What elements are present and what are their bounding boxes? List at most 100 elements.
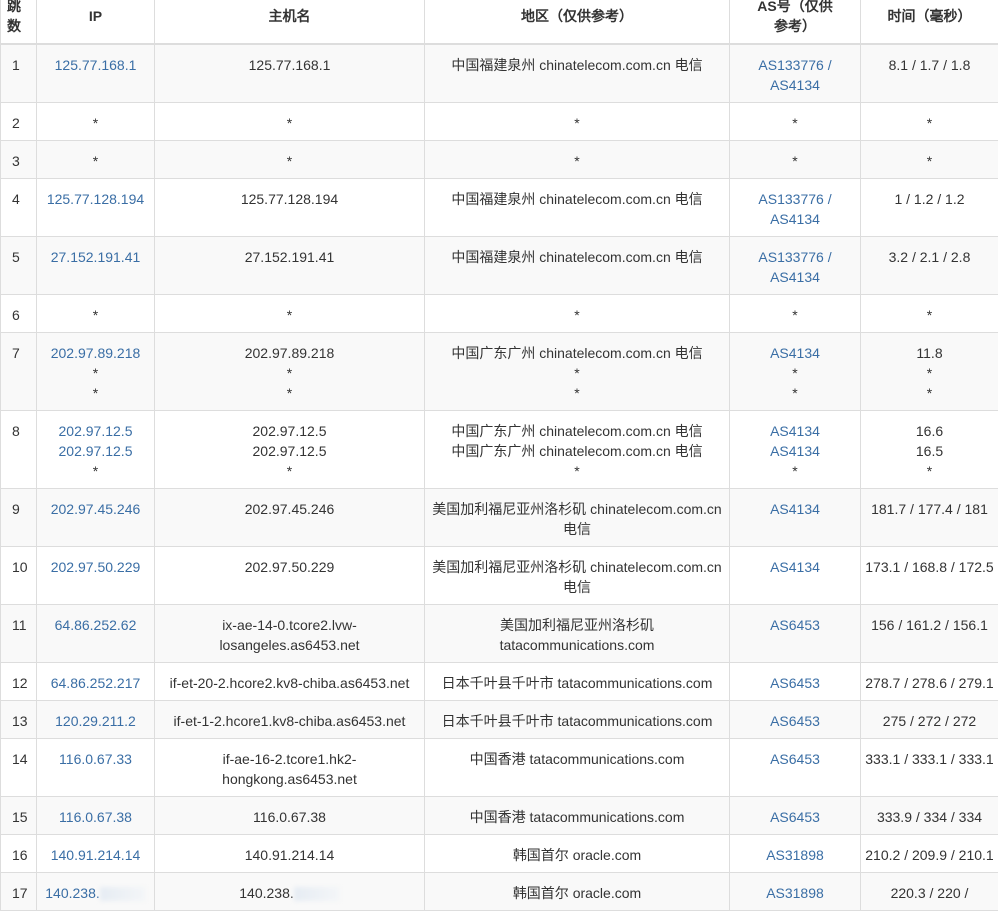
as-cell: AS4134 * * [729,332,861,411]
hop-cell: 6 [0,294,37,333]
region-cell: 美国加利福尼亚州洛杉矶 chinatelecom.com.cn 电信 [424,488,730,547]
region-text: 中国香港 tatacommunications.com [469,751,685,767]
region-text: 中国广东广州 chinatelecom.com.cn 电信 [451,345,703,361]
ip-link[interactable]: 140.91.214.14 [41,845,150,865]
hostname-cell: * [154,140,425,179]
ip-link[interactable]: 202.97.12.5 [41,421,150,441]
time-cell: 275 / 272 / 272 [860,700,998,739]
ip-link[interactable]: 64.86.252.62 [41,615,150,635]
table-row: 9 202.97.45.246 202.97.45.246 美国加利福尼亚州洛杉矶 c… [0,488,998,547]
ip-cell: 125.77.128.194 [36,178,155,237]
region-text: * [574,385,580,401]
as-link[interactable]: AS4134 [734,557,856,577]
hostname-text: 202.97.50.229 [244,559,335,575]
region-text: * [574,307,580,323]
time-cell: 333.9 / 334 / 334 [860,796,998,835]
region-cell: * [424,102,730,141]
as-link[interactable]: AS6453 [734,673,856,693]
as-link[interactable]: AS133776 / AS4134 [734,55,856,95]
header-hop: 跳数 [0,0,37,45]
time-text: 181.7 / 177.4 / 181 [871,501,988,517]
region-cell: 韩国首尔 oracle.com [424,872,730,911]
as-cell: AS6453 [729,796,861,835]
ip-link[interactable]: 64.86.252.217 [41,673,150,693]
as-link[interactable]: AS4134 [734,441,856,461]
hostname-cell: 125.77.128.194 [154,178,425,237]
hostname-text: if-et-1-2.hcore1.kv8-chiba.as6453.net [173,713,406,729]
as-link[interactable]: AS31898 [734,845,856,865]
hop-cell: 2 [0,102,37,141]
ip-link[interactable]: 120.29.211.2 [41,711,150,731]
hostname-text: * [286,385,293,401]
ip-cell: 202.97.50.229 [36,546,155,605]
time-cell: 210.2 / 209.9 / 210.1 [860,834,998,873]
ip-cell: 140.238. [36,872,155,911]
as-link[interactable]: AS6453 [734,807,856,827]
as-cell: AS4134 AS4134 * [729,410,861,489]
as-cell: * [729,140,861,179]
as-link[interactable]: AS133776 / AS4134 [734,247,856,287]
ip-cell: * [36,140,155,179]
ip-link[interactable]: 202.97.89.218 [41,343,150,363]
hostname-cell: * [154,294,425,333]
ip-link[interactable]: 202.97.12.5 [41,441,150,461]
hostname-text: 125.77.128.194 [240,191,339,207]
redacted-blur [99,887,146,902]
region-text: 中国福建泉州 chinatelecom.com.cn 电信 [451,249,703,265]
time-text: * [926,115,933,131]
hostname-text: if-ae-16-2.tcore1.hk2-hongkong.as6453.ne… [222,751,357,787]
region-text: 美国加利福尼亚州洛杉矶 chinatelecom.com.cn 电信 [432,559,722,595]
hostname-text: * [286,365,293,381]
hop-cell: 5 [0,236,37,295]
region-cell: 中国广东广州 chinatelecom.com.cn 电信 * * [424,332,730,411]
header-time: 时间（毫秒） [860,0,998,45]
ip-link[interactable]: 125.77.128.194 [41,189,150,209]
ip-link[interactable]: 116.0.67.38 [41,807,150,827]
time-text: * [926,307,933,323]
hop-cell: 15 [0,796,37,835]
as-link[interactable]: AS31898 [734,883,856,903]
traceroute-table: 跳数 IP 主机名 地区（仅供参考） AS号（仅供参考） 时间（毫秒） 1 125… [0,0,998,911]
table-row: 1 125.77.168.1 125.77.168.1 中国福建泉州 chinatel… [0,43,998,103]
as-cell: AS6453 [729,604,861,663]
ip-link[interactable]: 125.77.168.1 [41,55,150,75]
hostname-cell: * [154,102,425,141]
ip-cell: 125.77.168.1 [36,43,155,103]
hostname-text: 202.97.12.5 [252,423,327,439]
as-link[interactable]: AS6453 [734,615,856,635]
hostname-cell: 202.97.12.5 202.97.12.5 * [154,410,425,489]
table-row: 3 * * * * * [0,140,998,179]
ip-link[interactable]: 202.97.50.229 [41,557,150,577]
time-text: 173.1 / 168.8 / 172.5 [865,559,994,575]
as-text: * [792,307,798,323]
as-link[interactable]: AS4134 [734,421,856,441]
table-row: 16 140.91.214.14 140.91.214.14 韩国首尔 oracle.… [0,834,998,873]
as-text: * [792,385,798,401]
as-link[interactable]: AS4134 [734,343,856,363]
time-cell: 3.2 / 2.1 / 2.8 [860,236,998,295]
time-text: 16.5 [915,443,944,459]
time-cell: 333.1 / 333.1 / 333.1 [860,738,998,797]
hostname-text: 202.97.45.246 [244,501,335,517]
table-row: 8 202.97.12.5 202.97.12.5 * 202.97.12.5 202.9… [0,410,998,489]
time-cell: 156 / 161.2 / 156.1 [860,604,998,663]
table-row: 2 * * * * * [0,102,998,141]
ip-link[interactable]: 116.0.67.33 [41,749,150,769]
region-text: 韩国首尔 oracle.com [512,847,642,863]
hostname-text: * [286,307,293,323]
table-row: 12 64.86.252.217 if-et-20-2.hcore2.kv8-chi… [0,662,998,701]
as-link[interactable]: AS133776 / AS4134 [734,189,856,229]
as-link[interactable]: AS6453 [734,711,856,731]
hostname-cell: 116.0.67.38 [154,796,425,835]
ip-link[interactable]: 140.238. [45,885,100,901]
as-link[interactable]: AS6453 [734,749,856,769]
table-row: 4 125.77.128.194 125.77.128.194 中国福建泉州 chin… [0,178,998,237]
as-link[interactable]: AS4134 [734,499,856,519]
ip-link[interactable]: 27.152.191.41 [41,247,150,267]
ip-link[interactable]: 202.97.45.246 [41,499,150,519]
time-cell: 278.7 / 278.6 / 279.1 [860,662,998,701]
table-row: 6 * * * * * [0,294,998,333]
region-text: 日本千叶县千叶市 tatacommunications.com [441,713,713,729]
hop-cell: 14 [0,738,37,797]
ip-text: * [92,463,99,479]
